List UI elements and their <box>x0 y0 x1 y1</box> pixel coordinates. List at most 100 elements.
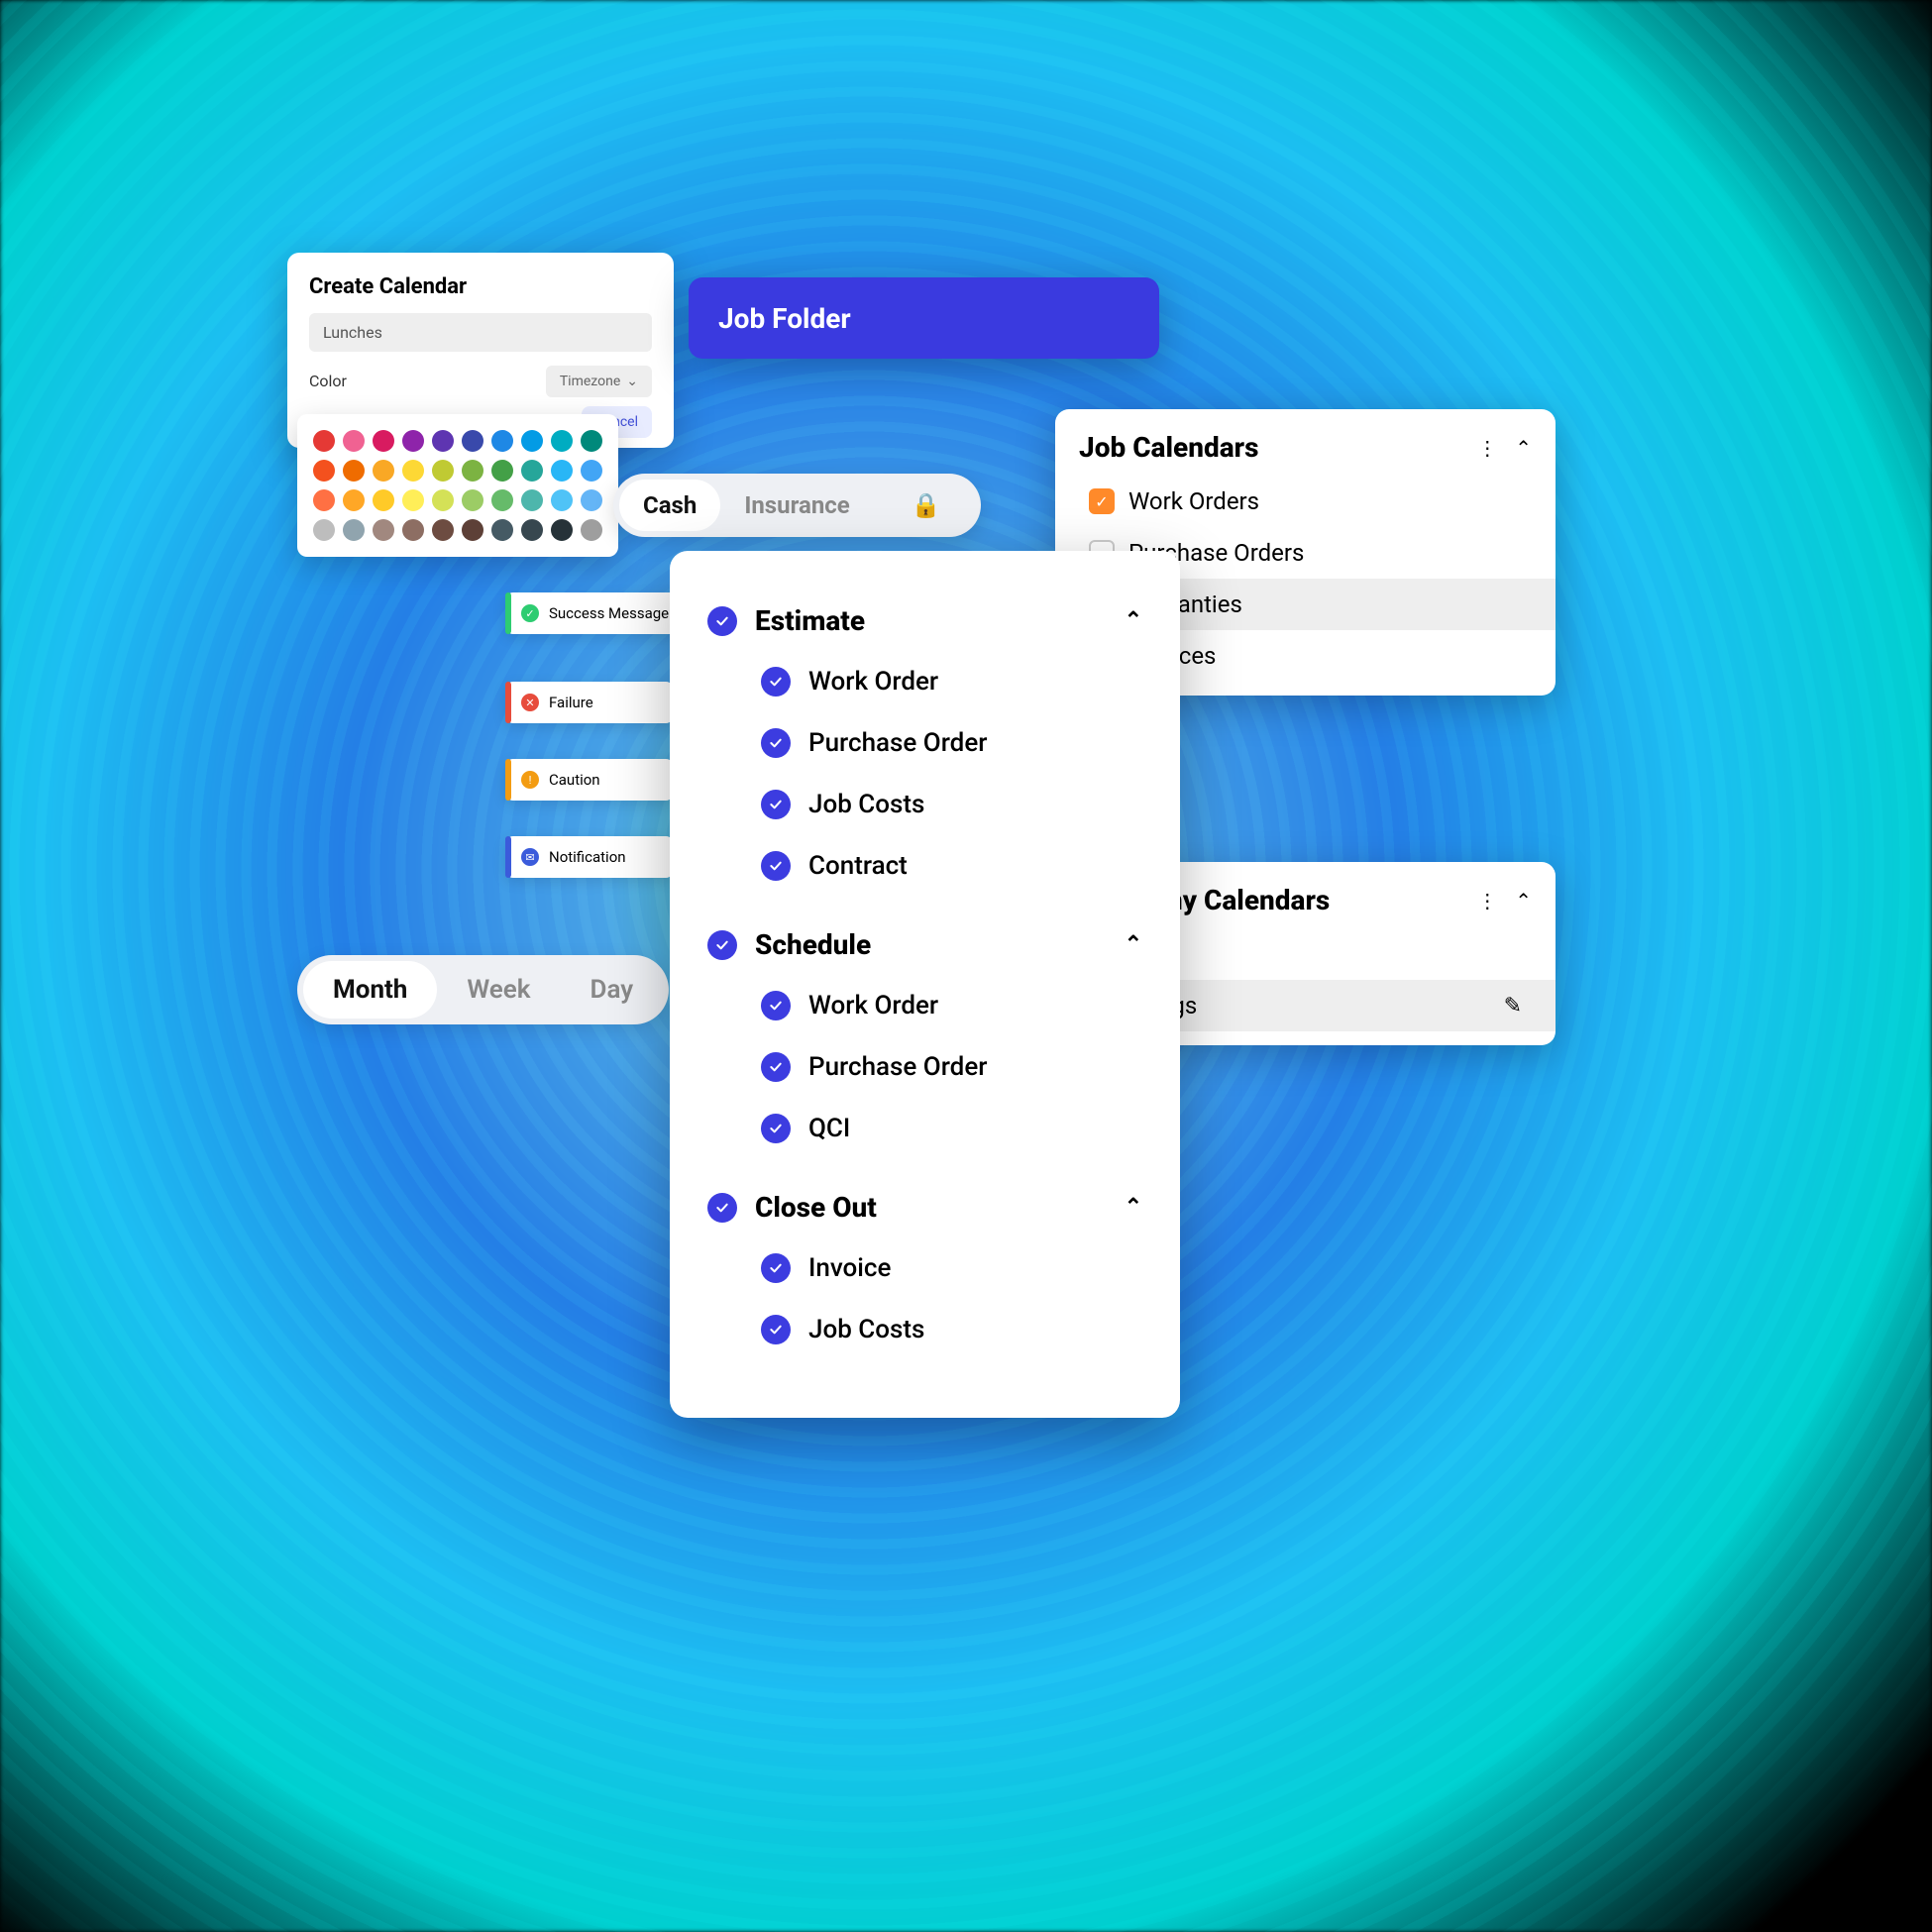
item-label: Job Costs <box>808 790 924 819</box>
color-swatch[interactable] <box>432 430 454 452</box>
color-swatch[interactable] <box>402 460 424 482</box>
color-swatch[interactable] <box>462 460 483 482</box>
color-swatch[interactable] <box>402 430 424 452</box>
item-label: Invoice <box>808 1253 891 1283</box>
color-swatch[interactable] <box>491 460 513 482</box>
color-swatch[interactable] <box>313 430 335 452</box>
color-swatch[interactable] <box>551 519 573 541</box>
color-swatch[interactable] <box>491 489 513 511</box>
color-swatch[interactable] <box>402 489 424 511</box>
color-swatch[interactable] <box>373 430 394 452</box>
color-swatch[interactable] <box>432 460 454 482</box>
color-swatch[interactable] <box>313 489 335 511</box>
color-swatch[interactable] <box>581 430 602 452</box>
color-swatch[interactable] <box>373 460 394 482</box>
status-chip-notification: ✉ Notification <box>505 836 674 878</box>
section-label: Schedule <box>755 928 1107 961</box>
check-icon[interactable] <box>761 1052 791 1082</box>
tree-item[interactable]: Purchase Order <box>699 1036 1150 1098</box>
color-swatch[interactable] <box>373 489 394 511</box>
item-label: Purchase Order <box>808 728 987 758</box>
color-swatch[interactable] <box>343 460 365 482</box>
tree-item[interactable]: Contract <box>699 835 1150 897</box>
lock-icon: 🔒 <box>888 480 965 531</box>
tree-section-close-out[interactable]: Close Out ⌃ <box>699 1177 1150 1237</box>
status-label: Caution <box>549 771 600 789</box>
color-swatch[interactable] <box>491 519 513 541</box>
more-icon[interactable]: ⋮ <box>1477 889 1497 912</box>
status-label: Failure <box>549 694 593 711</box>
color-swatch[interactable] <box>521 430 543 452</box>
tree-item[interactable]: Work Order <box>699 651 1150 712</box>
status-icon: ✉ <box>521 848 539 866</box>
view-week[interactable]: Week <box>437 961 560 1019</box>
color-swatch[interactable] <box>551 460 573 482</box>
color-swatch[interactable] <box>521 519 543 541</box>
chevron-up-icon[interactable]: ⌃ <box>1515 436 1532 460</box>
color-swatch[interactable] <box>402 519 424 541</box>
chevron-up-icon[interactable]: ⌃ <box>1125 932 1142 957</box>
color-swatch[interactable] <box>521 489 543 511</box>
toggle-cash[interactable]: Cash <box>619 480 720 531</box>
check-icon[interactable] <box>761 991 791 1020</box>
color-swatch[interactable] <box>581 460 602 482</box>
color-swatch[interactable] <box>432 519 454 541</box>
view-month[interactable]: Month <box>303 961 437 1019</box>
color-swatch[interactable] <box>373 519 394 541</box>
tree-item[interactable]: Work Order <box>699 975 1150 1036</box>
check-icon[interactable] <box>707 1193 737 1223</box>
color-swatch[interactable] <box>432 489 454 511</box>
color-swatch[interactable] <box>462 519 483 541</box>
status-icon: ! <box>521 771 539 789</box>
color-swatch[interactable] <box>462 430 483 452</box>
color-swatch[interactable] <box>551 489 573 511</box>
calendar-view-switch[interactable]: MonthWeekDay <box>297 955 669 1024</box>
color-swatch[interactable] <box>313 460 335 482</box>
tree-section-estimate[interactable]: Estimate ⌃ <box>699 590 1150 651</box>
status-chip-success-message: ✓ Success Message <box>505 592 685 634</box>
cash-insurance-toggle[interactable]: Cash Insurance 🔒 <box>613 474 981 537</box>
item-label: Job Costs <box>808 1315 924 1344</box>
tree-item[interactable]: Invoice <box>699 1237 1150 1299</box>
tree-item[interactable]: Job Costs <box>699 1299 1150 1360</box>
check-icon[interactable] <box>761 1253 791 1283</box>
color-swatch[interactable] <box>343 489 365 511</box>
tree-section-schedule[interactable]: Schedule ⌃ <box>699 914 1150 975</box>
check-icon[interactable] <box>761 1114 791 1143</box>
edit-icon[interactable]: ✎ <box>1504 994 1522 1019</box>
check-icon[interactable] <box>761 1315 791 1344</box>
color-swatch[interactable] <box>551 430 573 452</box>
color-swatch[interactable] <box>313 519 335 541</box>
check-icon[interactable] <box>761 851 791 881</box>
toggle-insurance[interactable]: Insurance <box>720 480 873 531</box>
job-folder-button[interactable]: Job Folder <box>689 277 1159 359</box>
check-icon[interactable] <box>761 790 791 819</box>
calendar-name-input[interactable]: Lunches <box>309 313 652 352</box>
chevron-up-icon[interactable]: ⌃ <box>1515 889 1532 912</box>
color-swatch[interactable] <box>343 519 365 541</box>
tree-item[interactable]: QCI <box>699 1098 1150 1159</box>
tree-item[interactable]: Job Costs <box>699 774 1150 835</box>
color-swatch[interactable] <box>581 519 602 541</box>
chevron-up-icon[interactable]: ⌃ <box>1125 608 1142 633</box>
color-swatch[interactable] <box>521 460 543 482</box>
check-icon[interactable] <box>761 667 791 697</box>
more-icon[interactable]: ⋮ <box>1477 436 1497 460</box>
check-icon[interactable] <box>707 930 737 960</box>
color-swatch[interactable] <box>343 430 365 452</box>
checkbox-icon[interactable]: ✓ <box>1089 488 1115 514</box>
color-swatch[interactable] <box>462 489 483 511</box>
color-label: Color <box>309 364 536 398</box>
check-icon[interactable] <box>761 728 791 758</box>
job-calendar-item[interactable]: ✓Work Orders <box>1055 476 1556 527</box>
color-swatch[interactable] <box>581 489 602 511</box>
status-chip-failure: ✕ Failure <box>505 682 674 723</box>
color-palette <box>297 414 618 557</box>
view-day[interactable]: Day <box>561 961 664 1019</box>
color-swatch[interactable] <box>491 430 513 452</box>
tree-item[interactable]: Purchase Order <box>699 712 1150 774</box>
check-icon[interactable] <box>707 606 737 636</box>
chevron-up-icon[interactable]: ⌃ <box>1125 1195 1142 1220</box>
timezone-select[interactable]: Timezone ⌄ <box>546 366 652 397</box>
chevron-down-icon: ⌄ <box>626 374 638 389</box>
